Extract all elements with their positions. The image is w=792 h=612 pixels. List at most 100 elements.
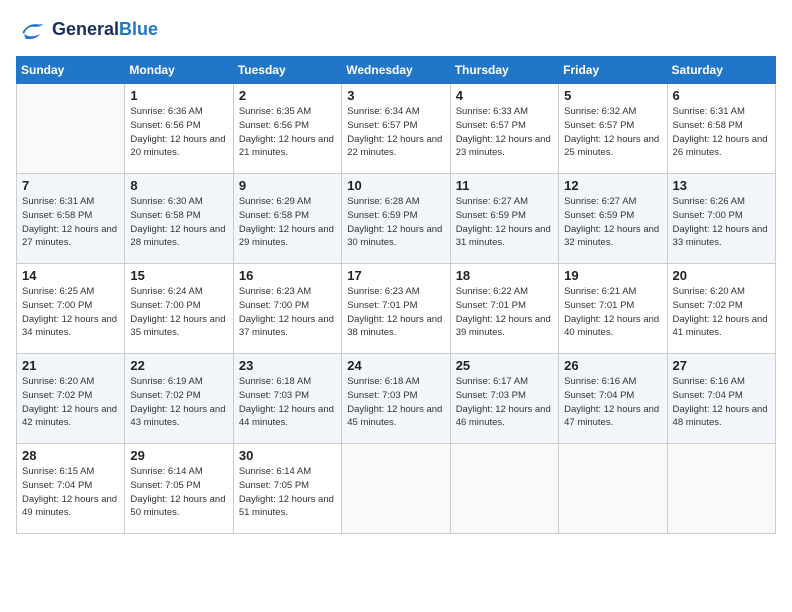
day-info: Sunrise: 6:33 AM Sunset: 6:57 PM Dayligh… [456, 105, 553, 160]
week-row: 1 Sunrise: 6:36 AM Sunset: 6:56 PM Daylig… [17, 84, 776, 174]
day-cell: 23Sunrise: 6:18 AM Sunset: 7:03 PM Dayli… [233, 354, 341, 444]
day-cell: 9 Sunrise: 6:29 AM Sunset: 6:58 PM Daylig… [233, 174, 341, 264]
day-cell: 7 Sunrise: 6:31 AM Sunset: 6:58 PM Daylig… [17, 174, 125, 264]
day-number: 17 [347, 268, 444, 283]
day-info: Sunrise: 6:31 AM Sunset: 6:58 PM Dayligh… [673, 105, 770, 160]
day-number: 22 [130, 358, 227, 373]
day-number: 1 [130, 88, 227, 103]
day-info: Sunrise: 6:32 AM Sunset: 6:57 PM Dayligh… [564, 105, 661, 160]
day-info: Sunrise: 6:34 AM Sunset: 6:57 PM Dayligh… [347, 105, 444, 160]
header-cell-thursday: Thursday [450, 57, 558, 84]
day-number: 15 [130, 268, 227, 283]
day-cell: 5 Sunrise: 6:32 AM Sunset: 6:57 PM Daylig… [559, 84, 667, 174]
day-number: 29 [130, 448, 227, 463]
header-cell-saturday: Saturday [667, 57, 775, 84]
day-number: 21 [22, 358, 119, 373]
day-cell: 16Sunrise: 6:23 AM Sunset: 7:00 PM Dayli… [233, 264, 341, 354]
day-number: 3 [347, 88, 444, 103]
day-number: 18 [456, 268, 553, 283]
week-row: 7 Sunrise: 6:31 AM Sunset: 6:58 PM Daylig… [17, 174, 776, 264]
day-info: Sunrise: 6:35 AM Sunset: 6:56 PM Dayligh… [239, 105, 336, 160]
day-cell: 14 Sunrise: 6:25 AM Sunset: 7:00 PM Dayli… [17, 264, 125, 354]
day-number: 9 [239, 178, 336, 193]
day-info: Sunrise: 6:18 AM Sunset: 7:03 PM Dayligh… [347, 375, 444, 430]
day-info: Sunrise: 6:16 AM Sunset: 7:04 PM Dayligh… [564, 375, 661, 430]
day-cell [559, 444, 667, 534]
day-cell [450, 444, 558, 534]
day-cell: 21 Sunrise: 6:20 AM Sunset: 7:02 PM Dayli… [17, 354, 125, 444]
day-info: Sunrise: 6:14 AM Sunset: 7:05 PM Dayligh… [130, 465, 227, 520]
day-number: 20 [673, 268, 770, 283]
day-cell: 30 Sunrise: 6:14 AM Sunset: 7:05 PM Dayli… [233, 444, 341, 534]
day-number: 19 [564, 268, 661, 283]
day-info: Sunrise: 6:17 AM Sunset: 7:03 PM Dayligh… [456, 375, 553, 430]
day-number: 12 [564, 178, 661, 193]
day-number: 5 [564, 88, 661, 103]
day-cell: 20 Sunrise: 6:20 AM Sunset: 7:02 PM Dayli… [667, 264, 775, 354]
day-info: Sunrise: 6:15 AM Sunset: 7:04 PM Dayligh… [22, 465, 119, 520]
header-cell-wednesday: Wednesday [342, 57, 450, 84]
day-cell: 26Sunrise: 6:16 AM Sunset: 7:04 PM Dayli… [559, 354, 667, 444]
day-number: 2 [239, 88, 336, 103]
day-info: Sunrise: 6:14 AM Sunset: 7:05 PM Dayligh… [239, 465, 336, 520]
day-info: Sunrise: 6:30 AM Sunset: 6:58 PM Dayligh… [130, 195, 227, 250]
day-info: Sunrise: 6:22 AM Sunset: 7:01 PM Dayligh… [456, 285, 553, 340]
day-cell: 22Sunrise: 6:19 AM Sunset: 7:02 PM Dayli… [125, 354, 233, 444]
day-number: 30 [239, 448, 336, 463]
day-cell: 17 Sunrise: 6:23 AM Sunset: 7:01 PM Dayli… [342, 264, 450, 354]
logo-icon [16, 16, 48, 44]
header-cell-monday: Monday [125, 57, 233, 84]
day-number: 10 [347, 178, 444, 193]
day-info: Sunrise: 6:20 AM Sunset: 7:02 PM Dayligh… [22, 375, 119, 430]
day-cell: 27 Sunrise: 6:16 AM Sunset: 7:04 PM Dayli… [667, 354, 775, 444]
day-info: Sunrise: 6:23 AM Sunset: 7:01 PM Dayligh… [347, 285, 444, 340]
day-cell: 4 Sunrise: 6:33 AM Sunset: 6:57 PM Daylig… [450, 84, 558, 174]
day-number: 6 [673, 88, 770, 103]
day-cell: 15Sunrise: 6:24 AM Sunset: 7:00 PM Dayli… [125, 264, 233, 354]
day-info: Sunrise: 6:16 AM Sunset: 7:04 PM Dayligh… [673, 375, 770, 430]
week-row: 21 Sunrise: 6:20 AM Sunset: 7:02 PM Dayli… [17, 354, 776, 444]
day-number: 8 [130, 178, 227, 193]
day-info: Sunrise: 6:23 AM Sunset: 7:00 PM Dayligh… [239, 285, 336, 340]
day-number: 23 [239, 358, 336, 373]
header-cell-friday: Friday [559, 57, 667, 84]
day-cell: 24 Sunrise: 6:18 AM Sunset: 7:03 PM Dayli… [342, 354, 450, 444]
logo: GeneralBlue [16, 16, 158, 44]
day-cell: 8 Sunrise: 6:30 AM Sunset: 6:58 PM Daylig… [125, 174, 233, 264]
day-info: Sunrise: 6:26 AM Sunset: 7:00 PM Dayligh… [673, 195, 770, 250]
day-cell: 25 Sunrise: 6:17 AM Sunset: 7:03 PM Dayli… [450, 354, 558, 444]
week-row: 14 Sunrise: 6:25 AM Sunset: 7:00 PM Dayli… [17, 264, 776, 354]
day-info: Sunrise: 6:20 AM Sunset: 7:02 PM Dayligh… [673, 285, 770, 340]
day-number: 13 [673, 178, 770, 193]
day-info: Sunrise: 6:36 AM Sunset: 6:56 PM Dayligh… [130, 105, 227, 160]
week-row: 28Sunrise: 6:15 AM Sunset: 7:04 PM Dayli… [17, 444, 776, 534]
day-cell: 18 Sunrise: 6:22 AM Sunset: 7:01 PM Dayli… [450, 264, 558, 354]
day-number: 24 [347, 358, 444, 373]
day-cell: 6 Sunrise: 6:31 AM Sunset: 6:58 PM Daylig… [667, 84, 775, 174]
day-info: Sunrise: 6:21 AM Sunset: 7:01 PM Dayligh… [564, 285, 661, 340]
day-cell: 11Sunrise: 6:27 AM Sunset: 6:59 PM Dayli… [450, 174, 558, 264]
day-number: 27 [673, 358, 770, 373]
day-cell [342, 444, 450, 534]
day-cell: 1 Sunrise: 6:36 AM Sunset: 6:56 PM Daylig… [125, 84, 233, 174]
day-cell: 13 Sunrise: 6:26 AM Sunset: 7:00 PM Dayli… [667, 174, 775, 264]
day-number: 7 [22, 178, 119, 193]
day-info: Sunrise: 6:29 AM Sunset: 6:58 PM Dayligh… [239, 195, 336, 250]
logo-text: GeneralBlue [52, 20, 158, 40]
day-info: Sunrise: 6:31 AM Sunset: 6:58 PM Dayligh… [22, 195, 119, 250]
day-number: 11 [456, 178, 553, 193]
calendar-table: SundayMondayTuesdayWednesdayThursdayFrid… [16, 56, 776, 534]
day-cell: 29 Sunrise: 6:14 AM Sunset: 7:05 PM Dayli… [125, 444, 233, 534]
day-cell: 19 Sunrise: 6:21 AM Sunset: 7:01 PM Dayli… [559, 264, 667, 354]
day-number: 4 [456, 88, 553, 103]
day-cell: 10 Sunrise: 6:28 AM Sunset: 6:59 PM Dayli… [342, 174, 450, 264]
day-number: 14 [22, 268, 119, 283]
day-cell [17, 84, 125, 174]
day-info: Sunrise: 6:27 AM Sunset: 6:59 PM Dayligh… [564, 195, 661, 250]
day-info: Sunrise: 6:25 AM Sunset: 7:00 PM Dayligh… [22, 285, 119, 340]
day-cell: 28Sunrise: 6:15 AM Sunset: 7:04 PM Dayli… [17, 444, 125, 534]
day-cell [667, 444, 775, 534]
day-info: Sunrise: 6:28 AM Sunset: 6:59 PM Dayligh… [347, 195, 444, 250]
header-cell-tuesday: Tuesday [233, 57, 341, 84]
day-number: 25 [456, 358, 553, 373]
